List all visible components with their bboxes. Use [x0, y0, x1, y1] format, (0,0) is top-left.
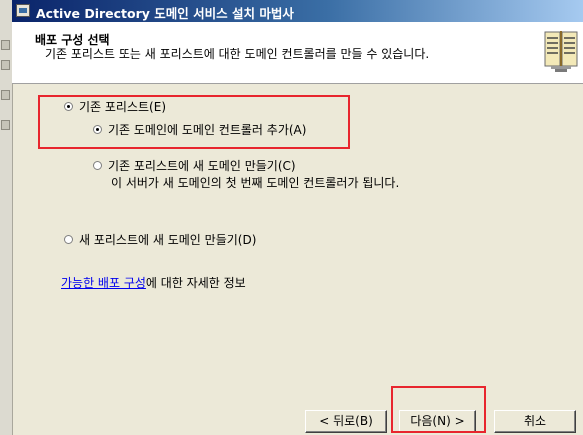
- strip-handle: [1, 40, 10, 50]
- highlight-box-options: [38, 95, 350, 149]
- strip-handle: [1, 90, 10, 100]
- option-description: 이 서버가 새 도메인의 첫 번째 도메인 컨트롤러가 됩니다.: [111, 176, 400, 190]
- book-icon: [544, 31, 578, 72]
- strip-handle: [1, 60, 10, 70]
- radio-new-domain-existing-forest[interactable]: 기존 포리스트에 새 도메인 만들기(C): [93, 157, 296, 174]
- deployment-config-link[interactable]: 가능한 배포 구성: [61, 276, 146, 290]
- info-suffix: 에 대한 자세한 정보: [145, 276, 246, 290]
- window-title: Active Directory 도메인 서비스 설치 마법사: [36, 6, 294, 21]
- strip-handle: [1, 120, 10, 130]
- info-line: 가능한 배포 구성에 대한 자세한 정보: [61, 274, 246, 291]
- radio-indicator[interactable]: [93, 161, 102, 170]
- page-subtitle: 기존 포리스트 또는 새 포리스트에 대한 도메인 컨트롤러를 만들 수 있습니…: [45, 47, 430, 61]
- radio-indicator[interactable]: [64, 235, 73, 244]
- wizard-header: 배포 구성 선택 기존 포리스트 또는 새 포리스트에 대한 도메인 컨트롤러를…: [12, 22, 583, 84]
- cancel-button[interactable]: 취소: [494, 410, 576, 433]
- back-button[interactable]: < 뒤로(B): [305, 410, 387, 433]
- radio-label: 기존 포리스트에 새 도메인 만들기(C): [108, 159, 296, 173]
- radio-new-forest[interactable]: 새 포리스트에 새 도메인 만들기(D): [64, 231, 256, 248]
- radio-label: 새 포리스트에 새 도메인 만들기(D): [79, 233, 257, 247]
- window-icon[interactable]: [16, 4, 30, 17]
- title-bar: Active Directory 도메인 서비스 설치 마법사: [12, 0, 583, 22]
- highlight-box-next: [391, 386, 486, 433]
